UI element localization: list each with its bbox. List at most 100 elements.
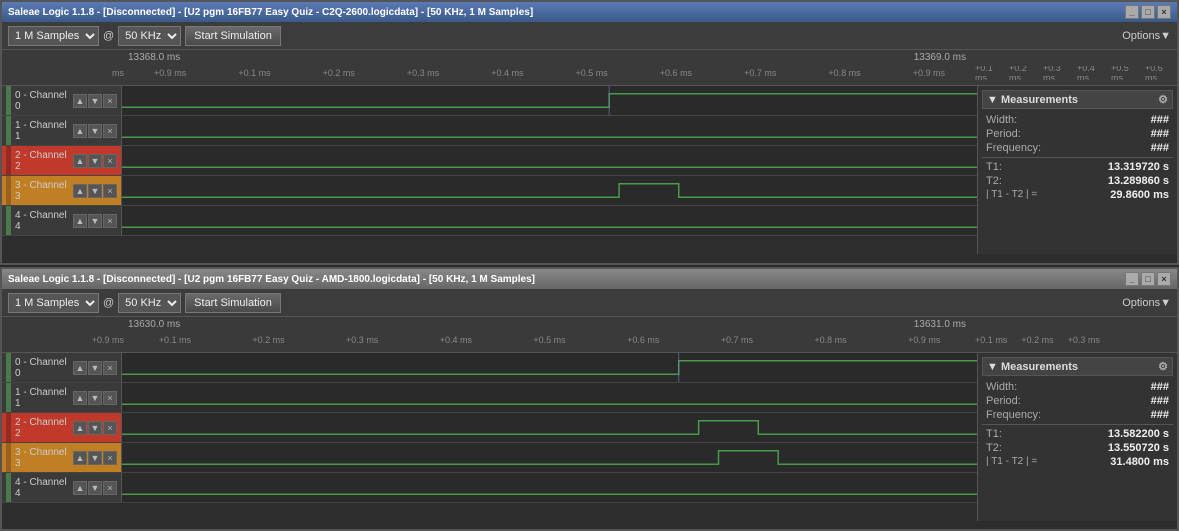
ch-indicator-0-1 xyxy=(6,86,11,115)
measurements-gear-2[interactable]: ⚙ xyxy=(1158,360,1168,373)
meas-width-value-1: ### xyxy=(1151,114,1169,126)
samples-select-2[interactable]: 1 M Samples xyxy=(8,293,99,313)
measurements-gear-1[interactable]: ⚙ xyxy=(1158,93,1168,106)
minimize-btn-1[interactable]: _ xyxy=(1125,5,1139,19)
options-btn-2[interactable]: Options▼ xyxy=(1122,297,1171,309)
meas-diff-label-1: | T1 - T2 | = xyxy=(986,189,1037,201)
ch-btn-x-1-2[interactable]: × xyxy=(103,391,117,405)
ch-btn-dn-4-1[interactable]: ▼ xyxy=(88,214,102,228)
title-text-1: Saleae Logic 1.1.8 - [Disconnected] - [U… xyxy=(8,7,533,18)
meas-t2-label-2: T2: xyxy=(986,442,1002,454)
measurements-panel-1: ▼ Measurements ⚙ Width: ### Period: ### … xyxy=(977,86,1177,254)
ch-btn-x-0-1[interactable]: × xyxy=(103,94,117,108)
ch-indicator-2-2 xyxy=(6,413,11,442)
tick-r3-1: +0.3 ms xyxy=(1043,66,1069,80)
channel-data-1-2 xyxy=(122,383,977,412)
ch-btn-x-3-2[interactable]: × xyxy=(103,451,117,465)
meas-period-label-2: Period: xyxy=(986,395,1021,407)
meas-t2-row-2: T2: 13.550720 s xyxy=(982,441,1173,455)
ch-btn-up-3-1[interactable]: ▲ xyxy=(73,184,87,198)
ch-controls-3-1: ▲ ▼ × xyxy=(73,184,117,198)
minimize-btn-2[interactable]: _ xyxy=(1125,272,1139,286)
channel-data-3-2 xyxy=(122,443,977,472)
ch-btn-up-4-2[interactable]: ▲ xyxy=(73,481,87,495)
ch-btn-up-2-2[interactable]: ▲ xyxy=(73,421,87,435)
start-sim-btn-2[interactable]: Start Simulation xyxy=(185,293,281,313)
ch-btn-x-2-2[interactable]: × xyxy=(103,421,117,435)
toolbar-1: 1 M Samples @ 50 KHz Start Simulation Op… xyxy=(2,22,1177,50)
ch-btn-dn-3-2[interactable]: ▼ xyxy=(88,451,102,465)
channel-name-4-1: 4 - Channel 4 xyxy=(15,210,69,232)
signal-svg-1-2 xyxy=(122,383,977,412)
channel-data-0-2 xyxy=(122,353,977,382)
ch-btn-x-4-1[interactable]: × xyxy=(103,214,117,228)
ch-btn-dn-3-1[interactable]: ▼ xyxy=(88,184,102,198)
maximize-btn-2[interactable]: □ xyxy=(1141,272,1155,286)
ch-btn-up-1-1[interactable]: ▲ xyxy=(73,124,87,138)
ch-btn-dn-1-1[interactable]: ▼ xyxy=(88,124,102,138)
options-btn-1[interactable]: Options▼ xyxy=(1122,30,1171,42)
tick-9-1: +0.8 ms xyxy=(802,68,886,78)
ch-btn-dn-0-1[interactable]: ▼ xyxy=(88,94,102,108)
ch-btn-dn-4-2[interactable]: ▼ xyxy=(88,481,102,495)
close-btn-1[interactable]: × xyxy=(1157,5,1171,19)
ch-btn-x-1-1[interactable]: × xyxy=(103,124,117,138)
maximize-btn-1[interactable]: □ xyxy=(1141,5,1155,19)
ch-btn-x-3-1[interactable]: × xyxy=(103,184,117,198)
ch-btn-up-2-1[interactable]: ▲ xyxy=(73,154,87,168)
timeline-right-time-1: 13369.0 ms xyxy=(914,52,966,66)
freq-select-2[interactable]: 50 KHz xyxy=(118,293,181,313)
tick-5-1: +0.4 ms xyxy=(465,68,549,78)
meas-t2-value-1: 13.289860 s xyxy=(1108,175,1169,187)
close-btn-2[interactable]: × xyxy=(1157,272,1171,286)
meas-width-label-1: Width: xyxy=(986,114,1017,126)
ch-controls-1-2: ▲ ▼ × xyxy=(73,391,117,405)
samples-select-1[interactable]: 1 M Samples xyxy=(8,26,99,46)
ch-indicator-2-1 xyxy=(6,146,11,175)
meas-t1-value-2: 13.582200 s xyxy=(1108,428,1169,440)
channel-label-1-1: 1 - Channel 1 ▲ ▼ × xyxy=(2,116,122,145)
window-2: Saleae Logic 1.1.8 - [Disconnected] - [U… xyxy=(0,267,1179,531)
tick-6-1: +0.5 ms xyxy=(549,68,633,78)
ch-indicator-1-2 xyxy=(6,383,11,412)
tick-r5-1: +0.5 ms xyxy=(1111,66,1137,80)
timeline-top-2: 13630.0 ms 13631.0 ms xyxy=(8,319,1171,333)
meas-t2-value-2: 13.550720 s xyxy=(1108,442,1169,454)
ch-btn-x-4-2[interactable]: × xyxy=(103,481,117,495)
channel-label-1-2: 1 - Channel 1 ▲ ▼ × xyxy=(2,383,122,412)
channel-label-4-2: 4 - Channel 4 ▲ ▼ × xyxy=(2,473,122,502)
tick-10-1: +0.9 ms xyxy=(887,68,971,78)
ch-btn-up-0-2[interactable]: ▲ xyxy=(73,361,87,375)
channel-data-1-1 xyxy=(122,116,977,145)
tick-2-1: +0.1 ms xyxy=(212,68,296,78)
ch-btn-up-1-2[interactable]: ▲ xyxy=(73,391,87,405)
at-label-2: @ xyxy=(103,297,114,309)
ch-btn-x-0-2[interactable]: × xyxy=(103,361,117,375)
ch-btn-dn-2-2[interactable]: ▼ xyxy=(88,421,102,435)
ch-btn-dn-0-2[interactable]: ▼ xyxy=(88,361,102,375)
ch-btn-x-2-1[interactable]: × xyxy=(103,154,117,168)
ch-btn-dn-2-1[interactable]: ▼ xyxy=(88,154,102,168)
ch-btn-dn-1-2[interactable]: ▼ xyxy=(88,391,102,405)
meas-freq-value-2: ### xyxy=(1151,409,1169,421)
channel-row-2-1: 2 - Channel 2 ▲ ▼ × xyxy=(2,146,977,176)
ch-btn-up-3-2[interactable]: ▲ xyxy=(73,451,87,465)
timeline-ticks-2: +0.9 ms +0.1 ms +0.2 ms +0.3 ms +0.4 ms … xyxy=(8,333,1171,347)
ch-controls-4-1: ▲ ▼ × xyxy=(73,214,117,228)
tick-r1-1: +0.1 ms xyxy=(975,66,1001,80)
measurements-title-2: ▼ Measurements xyxy=(987,361,1078,373)
timeline-right-time-2: 13631.0 ms xyxy=(914,319,966,333)
channel-name-1-2: 1 - Channel 1 xyxy=(15,387,69,409)
start-sim-btn-1[interactable]: Start Simulation xyxy=(185,26,281,46)
tick-3-2: +0.3 ms xyxy=(315,335,409,345)
channel-label-0-1: 0 - Channel 0 ▲ ▼ × xyxy=(2,86,122,115)
meas-period-value-2: ### xyxy=(1151,395,1169,407)
meas-width-row-2: Width: ### xyxy=(982,380,1173,394)
ch-indicator-1-1 xyxy=(6,116,11,145)
ch-btn-up-4-1[interactable]: ▲ xyxy=(73,214,87,228)
ch-btn-up-0-1[interactable]: ▲ xyxy=(73,94,87,108)
freq-select-1[interactable]: 50 KHz xyxy=(118,26,181,46)
ch-indicator-4-1 xyxy=(6,206,11,235)
timeline-top-1: 13368.0 ms 13369.0 ms xyxy=(8,52,1171,66)
meas-freq-label-2: Frequency: xyxy=(986,409,1041,421)
